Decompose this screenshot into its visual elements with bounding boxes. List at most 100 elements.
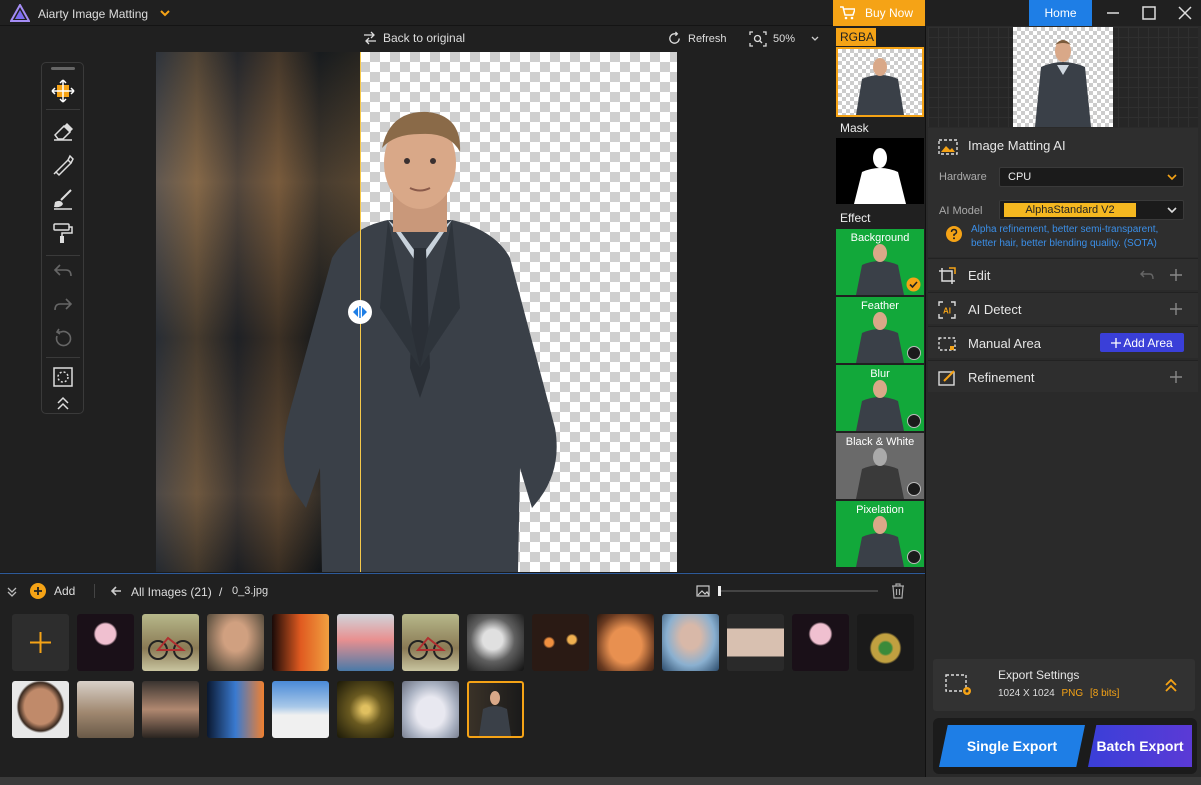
manual-area-section[interactable]: Manual Area Add Area (928, 326, 1198, 358)
gallery-thumb[interactable] (142, 614, 199, 671)
buy-now-label: Buy Now (865, 6, 914, 20)
brush-icon[interactable] (51, 153, 75, 177)
drag-handle[interactable] (51, 67, 75, 70)
mask-label: Mask (840, 121, 869, 135)
hardware-select[interactable]: CPU (999, 167, 1184, 187)
gallery-thumb[interactable] (207, 614, 264, 671)
gallery-thumb[interactable] (337, 614, 394, 671)
split-arrows-icon (353, 306, 367, 318)
buy-now-button[interactable]: Buy Now (833, 0, 925, 26)
ai-detect-icon: AI (938, 301, 956, 319)
gallery-thumb-selected[interactable] (467, 681, 524, 738)
trash-icon[interactable] (891, 583, 905, 599)
gallery-thumb[interactable] (402, 681, 459, 738)
minimize-icon[interactable] (1104, 4, 1122, 22)
export-bits: [8 bits] (1089, 688, 1120, 699)
add-area-icon (1111, 337, 1122, 348)
chevron-down-icon (1167, 174, 1177, 181)
back-to-original-button[interactable]: Back to original (362, 31, 465, 45)
effect-blur[interactable]: Blur (836, 365, 924, 431)
gallery-thumb[interactable] (792, 614, 849, 671)
move-tool-icon[interactable] (51, 79, 75, 103)
crop-icon (939, 267, 956, 284)
gallery-thumb[interactable] (467, 614, 524, 671)
back-arrow-icon[interactable] (110, 585, 122, 597)
add-area-button[interactable]: Add Area (1100, 333, 1184, 352)
undo-icon[interactable] (1139, 268, 1155, 282)
eraser-icon[interactable] (51, 119, 75, 143)
export-settings-title: Export Settings (998, 668, 1080, 682)
radio-circle[interactable] (907, 482, 921, 496)
gallery-thumb[interactable] (597, 614, 654, 671)
collapse-up-icon[interactable] (51, 395, 75, 411)
gallery-thumb[interactable] (402, 614, 459, 671)
gallery-thumb[interactable] (207, 681, 264, 738)
view-strip: RGBA Mask Effect Background Feather Blur… (833, 26, 925, 572)
gallery-thumb[interactable] (77, 681, 134, 738)
plus-icon[interactable] (1169, 370, 1183, 384)
gallery-thumb[interactable] (532, 614, 589, 671)
ai-detect-section[interactable]: AI AI Detect (928, 292, 1198, 324)
plus-icon[interactable] (1169, 302, 1183, 316)
collapse-down-icon[interactable] (6, 586, 18, 598)
subject-person-image (283, 111, 557, 572)
chevron-down-icon[interactable] (810, 34, 820, 44)
effect-blur-label: Blur (870, 368, 890, 380)
effect-label: Effect (840, 211, 871, 225)
current-filename: 0_3.jpg (232, 585, 269, 597)
effect-background[interactable]: Background (836, 229, 924, 295)
rgba-view-thumb[interactable] (836, 47, 924, 117)
single-export-button[interactable]: Single Export (939, 725, 1085, 767)
thumbnail-size-slider[interactable] (718, 586, 878, 596)
refresh-button[interactable]: Refresh (667, 31, 727, 46)
export-settings-panel[interactable]: Export Settings 1024 X 1024 PNG [8 bits] (933, 659, 1195, 711)
zoom-icon (749, 31, 767, 47)
title-bar: Aiarty Image Matting (0, 0, 833, 26)
compare-slider-handle[interactable] (348, 300, 372, 324)
gallery-thumb[interactable] (272, 681, 329, 738)
gallery-thumb[interactable] (77, 614, 134, 671)
effect-feather[interactable]: Feather (836, 297, 924, 363)
gallery-thumb[interactable] (337, 681, 394, 738)
maximize-icon[interactable] (1140, 4, 1158, 22)
all-images-link[interactable]: All Images (21) (131, 585, 212, 599)
chevron-down-icon[interactable] (159, 7, 171, 19)
refinement-section[interactable]: Refinement (928, 360, 1198, 392)
expand-up-icon[interactable] (1163, 677, 1179, 693)
radio-circle[interactable] (907, 346, 921, 360)
edit-section[interactable]: Edit (928, 258, 1198, 290)
effect-pixelation[interactable]: Pixelation (836, 501, 924, 567)
gallery-thumb[interactable] (142, 681, 199, 738)
file-bar: Add All Images (21) / 0_3.jpg (0, 573, 925, 607)
app-title: Aiarty Image Matting (38, 7, 149, 21)
add-image-tile[interactable] (12, 614, 69, 671)
ai-model-select[interactable]: AlphaStandard V2 (999, 200, 1184, 220)
hardware-value: CPU (1008, 171, 1032, 183)
gallery-thumb[interactable] (857, 614, 914, 671)
batch-export-button[interactable]: Batch Export (1088, 725, 1192, 767)
manual-area-label: Manual Area (968, 336, 1041, 351)
plus-icon[interactable] (1169, 268, 1183, 282)
help-icon[interactable] (946, 226, 962, 242)
paint-icon[interactable] (51, 187, 75, 211)
mask-view-thumb[interactable] (836, 138, 924, 204)
roller-icon[interactable] (51, 221, 75, 245)
gallery-thumb[interactable] (727, 614, 784, 671)
home-button[interactable]: Home (1029, 0, 1092, 26)
slider-handle[interactable] (718, 586, 721, 596)
undo-icon[interactable] (51, 259, 75, 283)
gallery-thumb[interactable] (662, 614, 719, 671)
reset-icon[interactable] (51, 327, 75, 351)
zoom-control[interactable]: 50% (749, 31, 820, 47)
selection-circle-icon[interactable] (51, 365, 75, 389)
gallery-thumb[interactable] (12, 681, 69, 738)
add-images-button[interactable]: Add (30, 583, 75, 599)
image-gallery (0, 607, 925, 777)
redo-icon[interactable] (51, 293, 75, 317)
radio-circle[interactable] (907, 414, 921, 428)
gallery-thumb[interactable] (272, 614, 329, 671)
add-circle-icon (30, 583, 46, 599)
effect-black-white[interactable]: Black & White (836, 433, 924, 499)
close-icon[interactable] (1176, 4, 1194, 22)
radio-circle[interactable] (907, 550, 921, 564)
